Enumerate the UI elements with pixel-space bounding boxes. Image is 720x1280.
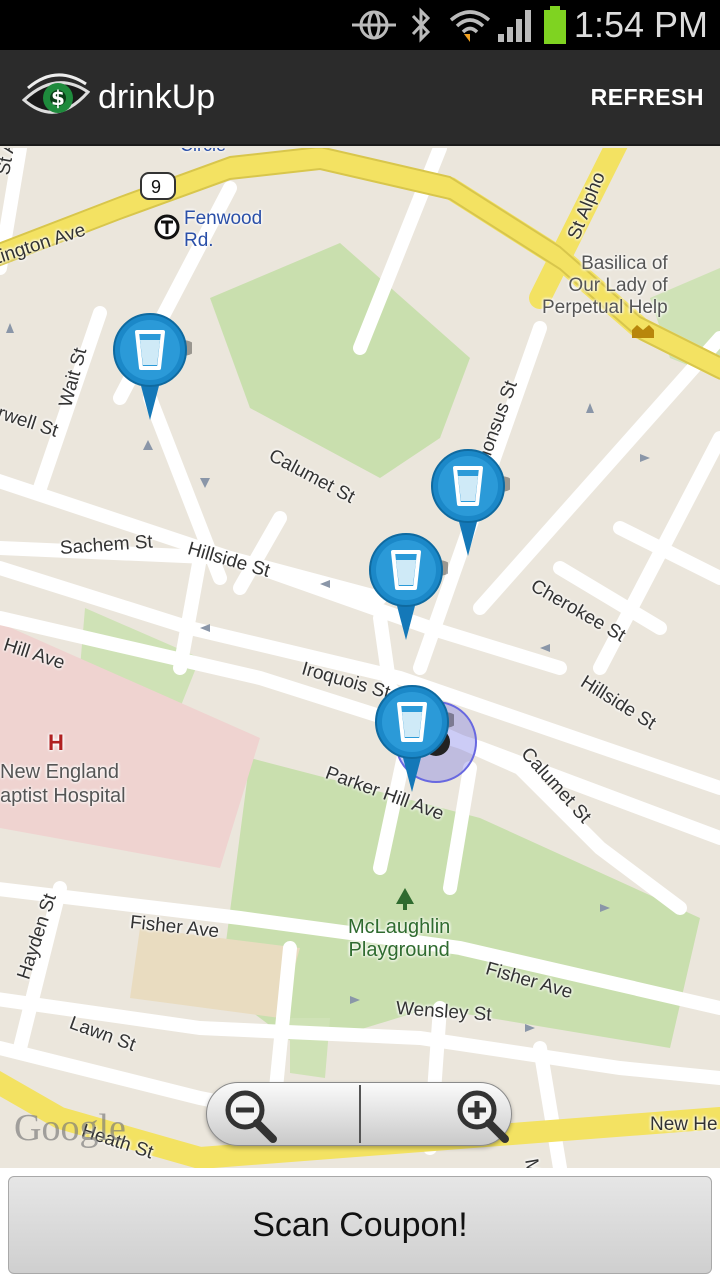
route-shield-label: 9 [151,177,162,197]
poi-fenwood: Fenwood Rd. [184,208,263,251]
signal-icon [498,10,531,42]
location-icon [352,10,396,40]
bar-marker-3[interactable] [368,532,448,644]
bluetooth-icon [411,7,431,43]
transit-icon [154,214,180,240]
refresh-button[interactable]: REFRESH [591,84,704,111]
zoom-in-icon [457,1090,509,1143]
zoom-in-button[interactable] [361,1083,513,1145]
poi-hospital: New England aptist Hospital [0,761,126,807]
street-new-he: New He [650,1114,718,1135]
battery-icon [544,6,566,44]
poi-basilica: Basilica of Our Lady of Perpetual Help [542,253,668,318]
map-view[interactable]: Circle 9 Fenwood Rd. Basilica of Our Lad… [0,148,720,1168]
zoom-control [206,1082,512,1146]
hospital-marker: H [48,730,64,755]
status-bar: 1:54 PM [0,0,720,50]
zoom-out-button[interactable] [207,1083,359,1145]
bottom-bar: Scan Coupon! [0,1168,720,1280]
google-logo: Google [14,1107,126,1149]
app-title: drinkUp [98,78,216,116]
bar-marker-4[interactable] [374,684,454,796]
bar-marker-1[interactable] [112,312,192,424]
eye-dollar-logo-icon: $ [22,73,90,114]
action-bar: $ drinkUp REFRESH [0,50,720,146]
svg-text:$: $ [51,86,65,110]
poi-circle: Circle [180,148,226,156]
wifi-icon [449,10,491,42]
status-time: 1:54 PM [573,4,708,45]
scan-coupon-button[interactable]: Scan Coupon! [8,1176,712,1274]
poi-playground: McLaughlin Playground [348,916,451,961]
zoom-out-icon [225,1090,277,1143]
